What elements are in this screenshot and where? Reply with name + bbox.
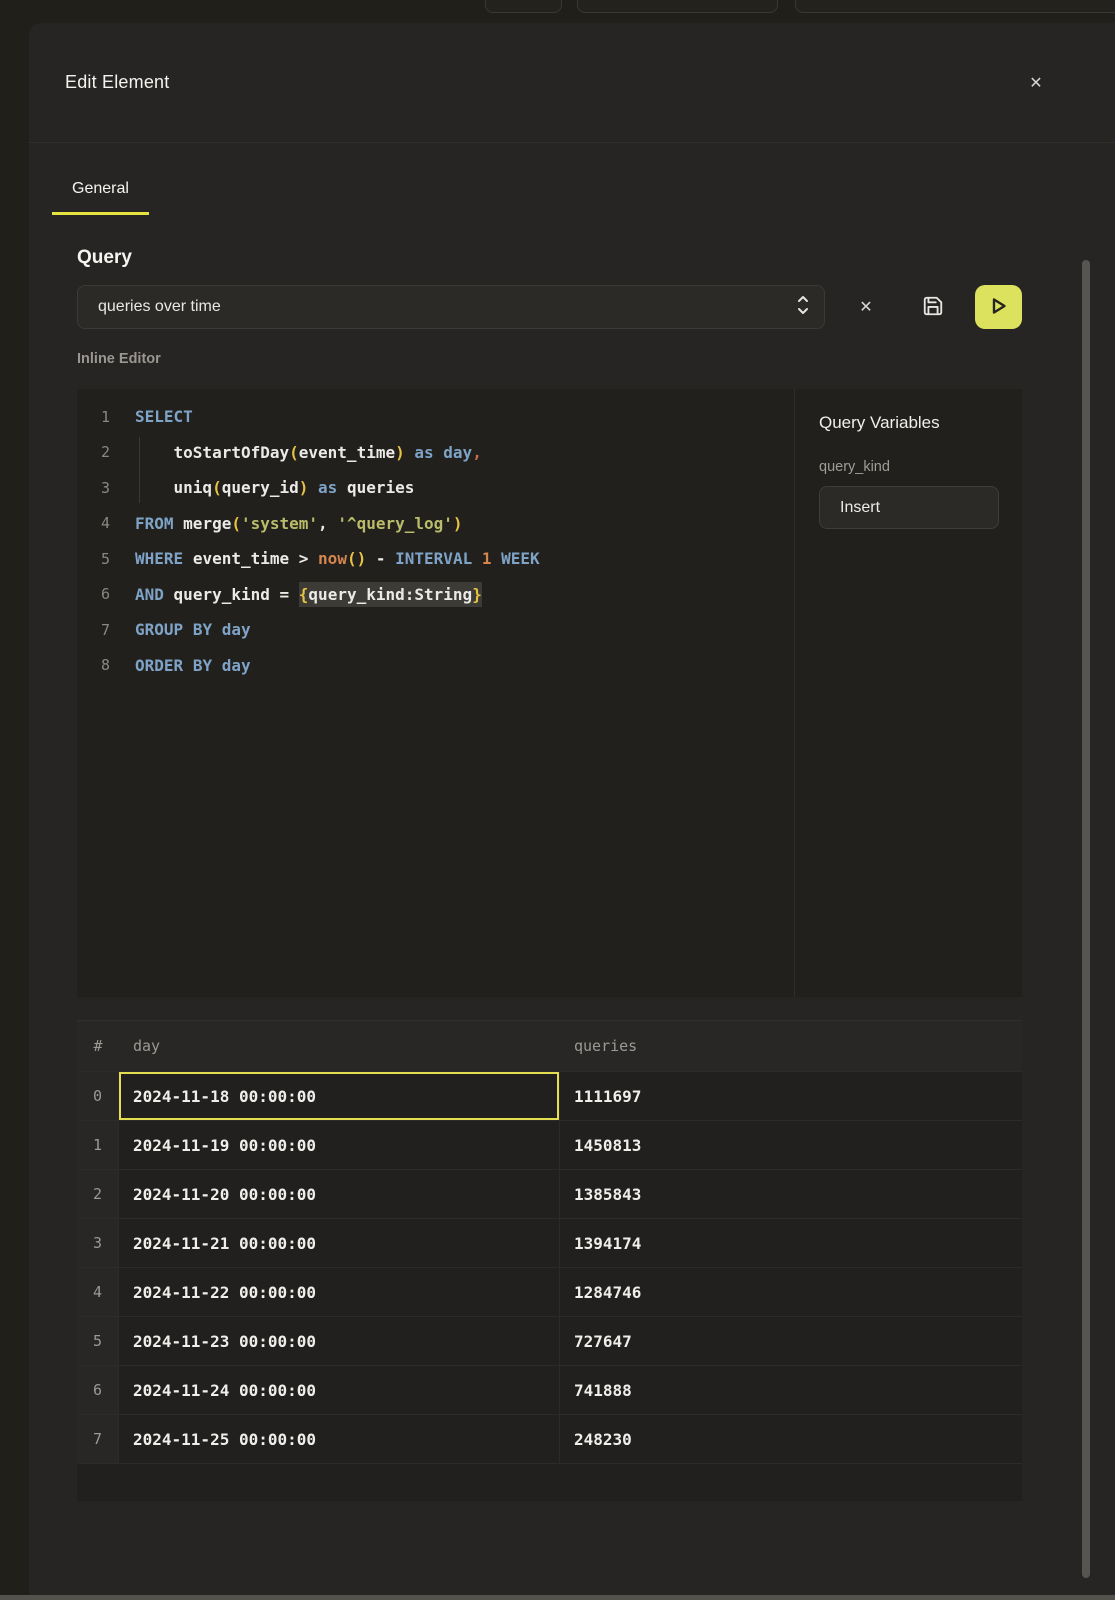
row-index: 4 bbox=[77, 1268, 119, 1316]
save-query-button[interactable] bbox=[915, 285, 951, 329]
row-index: 5 bbox=[77, 1317, 119, 1365]
cell-day[interactable]: 2024-11-21 00:00:00 bbox=[119, 1219, 560, 1267]
line-number: 3 bbox=[77, 479, 110, 497]
code-text: SELECT bbox=[110, 407, 193, 426]
line-number: 4 bbox=[77, 514, 110, 532]
header-queries: queries bbox=[560, 1037, 1022, 1055]
code-line[interactable]: 7GROUP BY day bbox=[77, 612, 794, 648]
variable-name-label: query_kind bbox=[819, 459, 999, 475]
chevron-up-down-icon bbox=[796, 294, 810, 321]
query-variables-panel: Query Variables query_kind Insert bbox=[795, 389, 1022, 997]
save-icon bbox=[922, 295, 944, 320]
modal-vertical-scrollbar[interactable] bbox=[1082, 260, 1090, 1578]
code-line[interactable]: 1SELECT bbox=[77, 399, 794, 435]
cell-queries[interactable]: 1111697 bbox=[560, 1072, 1022, 1120]
query-controls-row: queries over time ✕ bbox=[77, 285, 1022, 329]
line-number: 8 bbox=[77, 656, 110, 674]
row-index: 2 bbox=[77, 1170, 119, 1218]
table-footer bbox=[77, 1463, 1022, 1501]
table-row: 42024-11-22 00:00:001284746 bbox=[77, 1267, 1022, 1316]
query-section-heading: Query bbox=[77, 247, 1022, 269]
code-text: GROUP BY day bbox=[110, 620, 251, 639]
query-select[interactable]: queries over time bbox=[77, 285, 825, 329]
tab-bar: General bbox=[52, 144, 149, 215]
insert-variable-button[interactable]: Insert bbox=[819, 486, 999, 529]
clear-query-button[interactable]: ✕ bbox=[848, 285, 884, 329]
header-index: # bbox=[77, 1037, 119, 1055]
cell-queries[interactable]: 248230 bbox=[560, 1415, 1022, 1463]
code-text: AND query_kind = {query_kind:String} bbox=[110, 585, 482, 604]
code-text: uniq(query_id) as queries bbox=[110, 478, 414, 497]
row-index: 3 bbox=[77, 1219, 119, 1267]
code-line[interactable]: 8ORDER BY day bbox=[77, 648, 794, 684]
cell-day[interactable]: 2024-11-25 00:00:00 bbox=[119, 1415, 560, 1463]
sql-editor: 1SELECT2 toStartOfDay(event_time) as day… bbox=[77, 389, 1022, 997]
line-number: 6 bbox=[77, 585, 110, 603]
header-day: day bbox=[119, 1037, 560, 1055]
table-row: 12024-11-19 00:00:001450813 bbox=[77, 1120, 1022, 1169]
line-number: 1 bbox=[77, 408, 110, 426]
cell-day[interactable]: 2024-11-24 00:00:00 bbox=[119, 1366, 560, 1414]
code-lines: 1SELECT2 toStartOfDay(event_time) as day… bbox=[77, 399, 794, 683]
results-table-header: # day queries bbox=[77, 1021, 1022, 1071]
code-text: FROM merge('system', '^query_log') bbox=[110, 514, 463, 533]
modal-title: Edit Element bbox=[65, 72, 169, 93]
code-line[interactable]: 5WHERE event_time > now() - INTERVAL 1 W… bbox=[77, 541, 794, 577]
code-editor[interactable]: 1SELECT2 toStartOfDay(event_time) as day… bbox=[77, 389, 795, 997]
query-select-value: queries over time bbox=[98, 298, 796, 316]
table-row: 22024-11-20 00:00:001385843 bbox=[77, 1169, 1022, 1218]
cell-queries[interactable]: 1284746 bbox=[560, 1268, 1022, 1316]
code-line[interactable]: 2 toStartOfDay(event_time) as day, bbox=[77, 435, 794, 471]
code-text: toStartOfDay(event_time) as day, bbox=[110, 443, 482, 462]
inline-editor-label: Inline Editor bbox=[77, 351, 1022, 367]
play-icon bbox=[990, 296, 1008, 319]
table-row: 72024-11-25 00:00:00248230 bbox=[77, 1414, 1022, 1463]
modal-content: Query queries over time ✕ bbox=[77, 221, 1022, 1501]
cell-queries[interactable]: 1385843 bbox=[560, 1170, 1022, 1218]
code-text: ORDER BY day bbox=[110, 656, 251, 675]
modal-header: Edit Element bbox=[29, 23, 1115, 143]
page-horizontal-scrollbar[interactable] bbox=[0, 1595, 1115, 1600]
table-row: 52024-11-23 00:00:00727647 bbox=[77, 1316, 1022, 1365]
cell-day[interactable]: 2024-11-22 00:00:00 bbox=[119, 1268, 560, 1316]
background-button-partial-2 bbox=[577, 0, 778, 13]
line-number: 7 bbox=[77, 621, 110, 639]
code-line[interactable]: 4FROM merge('system', '^query_log') bbox=[77, 506, 794, 542]
code-text: WHERE event_time > now() - INTERVAL 1 WE… bbox=[110, 549, 540, 568]
background-button-partial-1 bbox=[485, 0, 562, 13]
cell-day[interactable]: 2024-11-23 00:00:00 bbox=[119, 1317, 560, 1365]
line-number: 2 bbox=[77, 443, 110, 461]
line-number: 5 bbox=[77, 550, 110, 568]
row-index: 7 bbox=[77, 1415, 119, 1463]
background-button-partial-3 bbox=[795, 0, 1115, 13]
table-row: 02024-11-18 00:00:001111697 bbox=[77, 1071, 1022, 1120]
cell-day[interactable]: 2024-11-19 00:00:00 bbox=[119, 1121, 560, 1169]
cell-queries[interactable]: 741888 bbox=[560, 1366, 1022, 1414]
results-table: # day queries 02024-11-18 00:00:00111169… bbox=[77, 1020, 1022, 1501]
cell-queries[interactable]: 727647 bbox=[560, 1317, 1022, 1365]
query-variables-title: Query Variables bbox=[819, 413, 999, 433]
indent-guide bbox=[139, 437, 140, 503]
cell-queries[interactable]: 1450813 bbox=[560, 1121, 1022, 1169]
cell-day-selected[interactable]: 2024-11-18 00:00:00 bbox=[119, 1072, 560, 1120]
row-index: 6 bbox=[77, 1366, 119, 1414]
tab-general[interactable]: General bbox=[52, 144, 149, 215]
run-query-button[interactable] bbox=[975, 285, 1022, 329]
table-row: 62024-11-24 00:00:00741888 bbox=[77, 1365, 1022, 1414]
close-button[interactable]: ✕ bbox=[1022, 69, 1050, 97]
row-index: 0 bbox=[77, 1072, 119, 1120]
cell-day[interactable]: 2024-11-20 00:00:00 bbox=[119, 1170, 560, 1218]
cell-queries[interactable]: 1394174 bbox=[560, 1219, 1022, 1267]
row-index: 1 bbox=[77, 1121, 119, 1169]
code-line[interactable]: 6AND query_kind = {query_kind:String} bbox=[77, 577, 794, 613]
code-line[interactable]: 3 uniq(query_id) as queries bbox=[77, 470, 794, 506]
table-row: 32024-11-21 00:00:001394174 bbox=[77, 1218, 1022, 1267]
clear-icon: ✕ bbox=[859, 297, 872, 317]
close-icon: ✕ bbox=[1029, 73, 1042, 93]
edit-element-modal: Edit Element ✕ General Query queries ove… bbox=[29, 23, 1115, 1595]
table-body: 02024-11-18 00:00:00111169712024-11-19 0… bbox=[77, 1071, 1022, 1463]
